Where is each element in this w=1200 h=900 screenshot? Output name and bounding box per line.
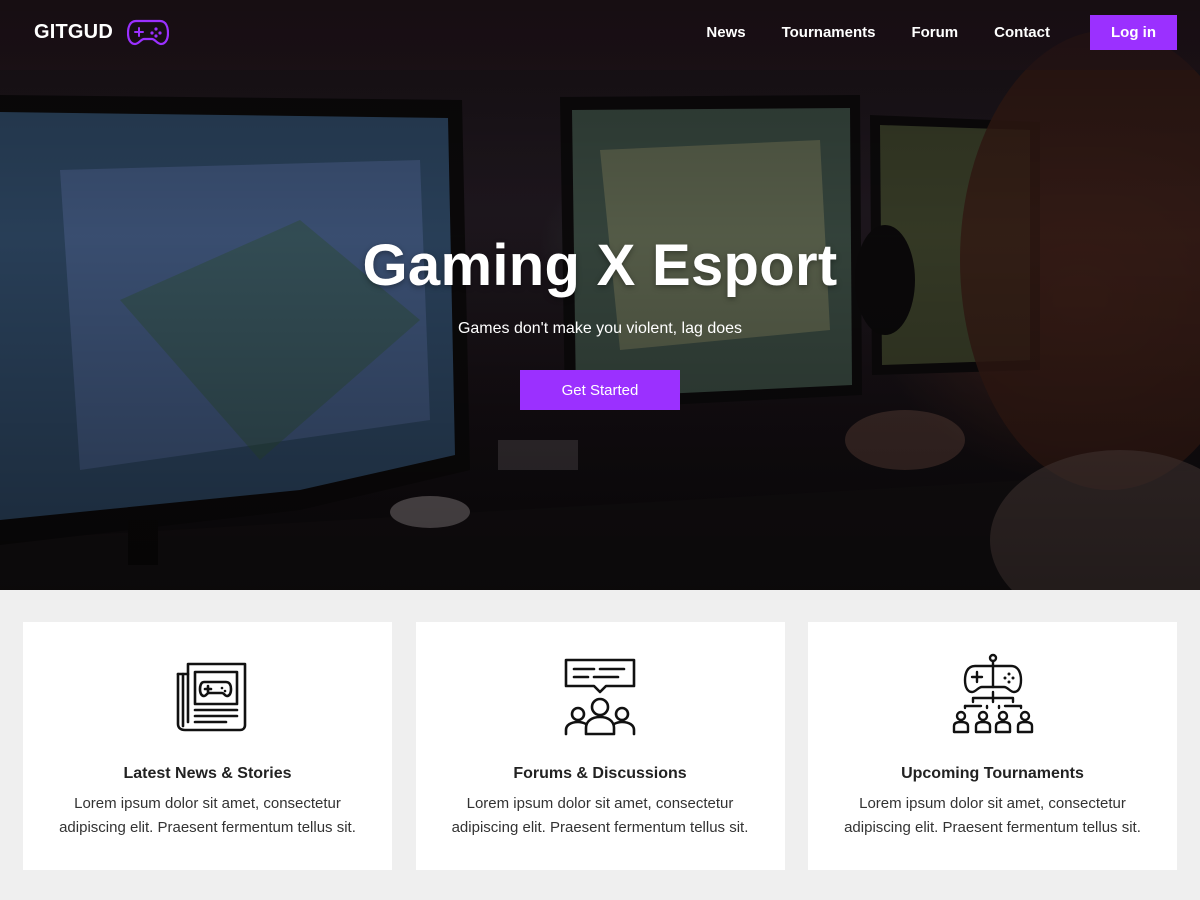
feature-description: Lorem ipsum dolor sit amet, consectetur … xyxy=(59,795,356,836)
nav-links: News Tournaments Forum Contact xyxy=(706,24,1050,41)
brand-name: GITGUD xyxy=(34,20,113,43)
brand-logo[interactable]: GITGUD xyxy=(34,18,169,46)
hero-subtitle: Games don't make you violent, lag does xyxy=(457,320,743,337)
hero-section: GITGUD News Tournaments Forum Contact Lo… xyxy=(0,0,1200,590)
feature-card-news: Latest News & Stories Lorem ipsum dolor … xyxy=(23,622,392,870)
tournament-bracket-icon xyxy=(952,653,1033,734)
nav-link-news[interactable]: News xyxy=(706,24,745,41)
features-section: Latest News & Stories Lorem ipsum dolor … xyxy=(23,622,1177,870)
feature-card-tournaments: Upcoming Tournaments Lorem ipsum dolor s… xyxy=(808,622,1177,870)
feature-description: Lorem ipsum dolor sit amet, consectetur … xyxy=(844,795,1141,836)
feature-card-forums: Forums & Discussions Lorem ipsum dolor s… xyxy=(415,622,785,870)
hero-title: Gaming X Esport xyxy=(362,233,838,298)
nav-link-contact[interactable]: Contact xyxy=(994,24,1050,41)
nav-link-forum[interactable]: Forum xyxy=(911,24,958,41)
newspaper-gamepad-icon xyxy=(176,662,246,732)
feature-description: Lorem ipsum dolor sit amet, consectetur … xyxy=(451,795,749,836)
login-button[interactable]: Log in xyxy=(1090,14,1177,50)
hero-content: Gaming X Esport Games don't make you vio… xyxy=(0,0,1200,590)
feature-title: Forums & Discussions xyxy=(513,765,687,782)
gamepad-icon xyxy=(126,19,169,46)
nav-link-tournaments[interactable]: Tournaments xyxy=(782,24,876,41)
feature-title: Upcoming Tournaments xyxy=(901,765,1084,782)
get-started-button[interactable]: Get Started xyxy=(520,370,680,410)
feature-title: Latest News & Stories xyxy=(123,765,292,782)
forum-chat-icon xyxy=(564,658,636,736)
top-navbar: GITGUD News Tournaments Forum Contact Lo… xyxy=(0,0,1200,64)
